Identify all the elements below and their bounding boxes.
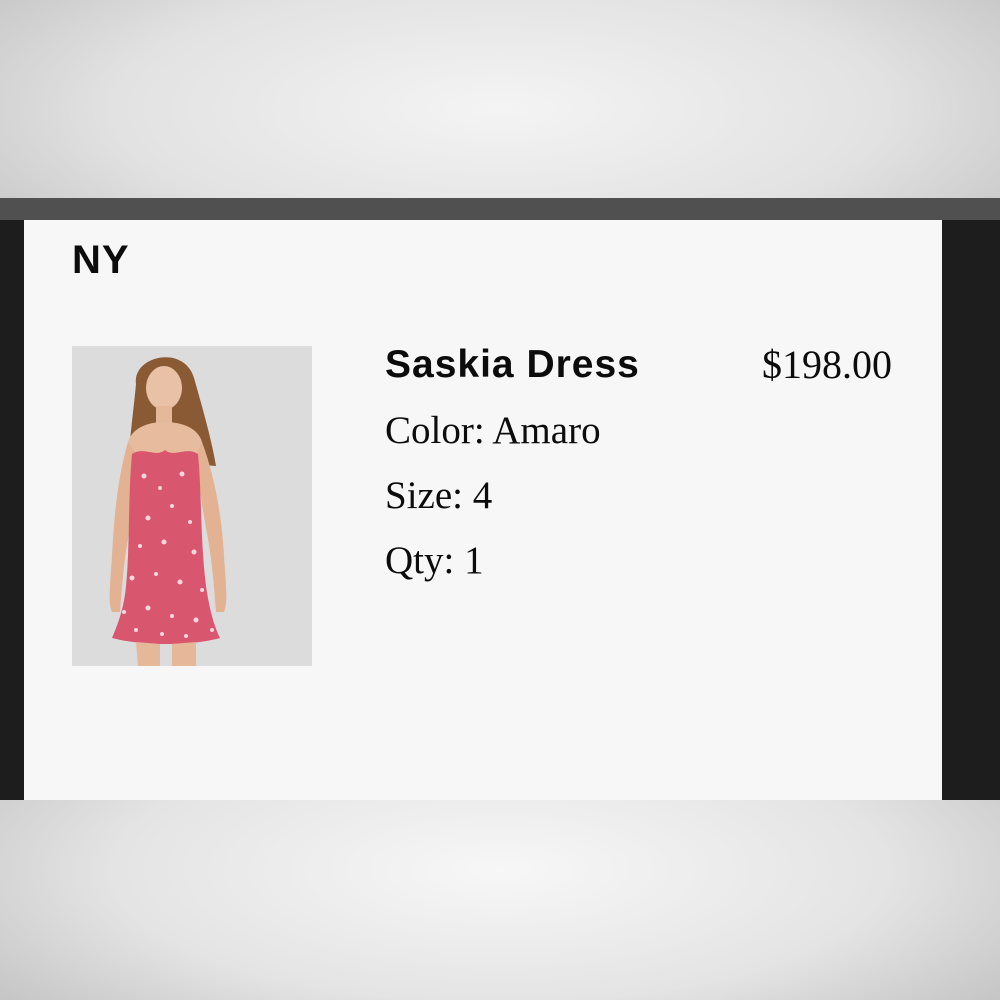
background-top bbox=[0, 0, 1000, 198]
product-size: Size: 4 bbox=[385, 474, 493, 517]
product-quantity: Qty: 1 bbox=[385, 539, 484, 582]
background-bottom bbox=[0, 800, 1000, 1000]
order-item-panel: NY Saskia Dress $198.00 Color: Amaro Siz… bbox=[24, 220, 942, 800]
frame-top-bar bbox=[0, 198, 1000, 220]
product-color: Color: Amaro bbox=[385, 409, 601, 452]
product-name[interactable]: Saskia Dress bbox=[385, 340, 640, 390]
product-image[interactable] bbox=[72, 346, 312, 666]
store-label: NY bbox=[72, 238, 130, 282]
product-price: $198.00 bbox=[762, 342, 892, 387]
dress-photo-icon bbox=[72, 346, 312, 666]
device-frame: NY Saskia Dress $198.00 Color: Amaro Siz… bbox=[0, 198, 1000, 800]
